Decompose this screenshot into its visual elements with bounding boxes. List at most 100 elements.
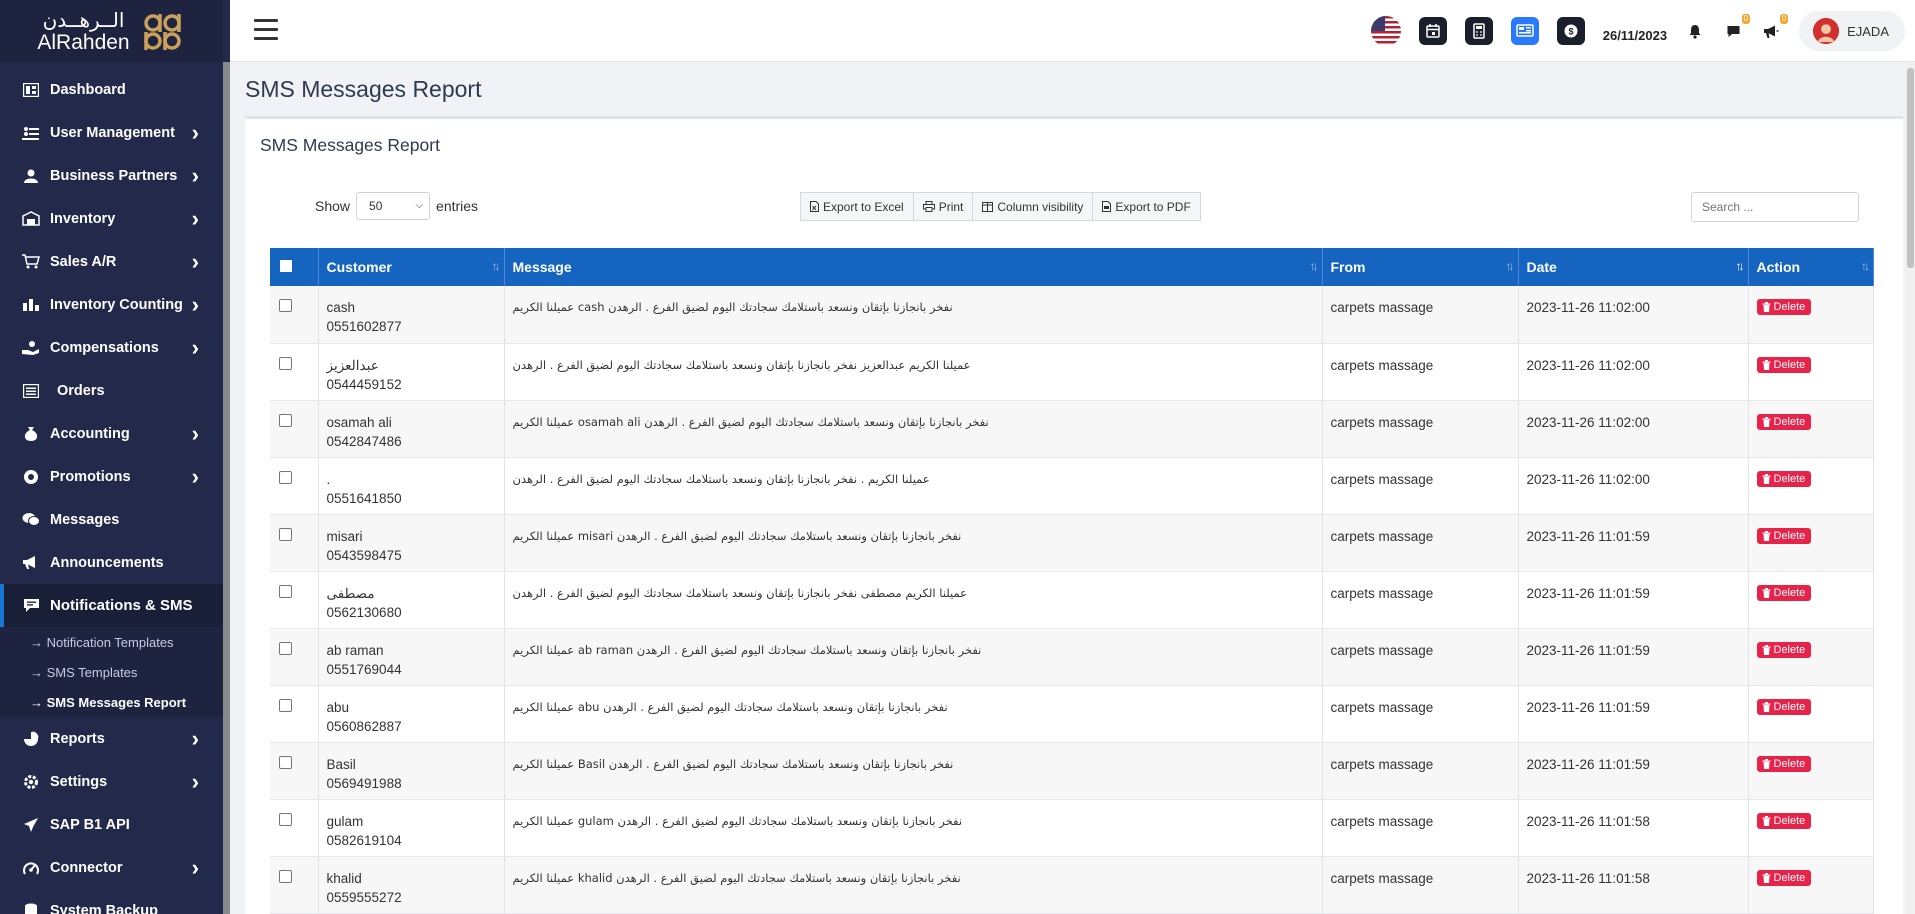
sidebar-item-messages[interactable]: Messages [0,498,223,541]
language-flag-icon[interactable] [1370,16,1401,46]
delete-button[interactable]: Delete [1756,755,1812,772]
column-visibility-label: Column visibility [997,199,1084,214]
sidebar-item-settings[interactable]: Settings › [0,760,223,803]
row-checkbox[interactable] [279,641,292,655]
column-message[interactable]: Message ↑↓ [504,248,1323,286]
print-button[interactable]: Print [912,192,974,221]
customer-phone: 0551602877 [326,319,402,334]
row-checkbox[interactable] [279,356,292,370]
from-text: carpets massage [1330,813,1434,829]
sidebar-item-inventory-counting[interactable]: Inventory Counting › [0,283,223,326]
export-excel-button[interactable]: Export to Excel [800,192,914,221]
message-cell: عميلنا الكريم . نفخر بانجازنا بإتقان ونس… [504,457,1323,514]
customer-name: khalid [326,870,362,886]
from-text: carpets massage [1330,528,1434,544]
sidebar-subitem[interactable]: → SMS Templates [0,657,223,687]
select-all-checkbox[interactable] [280,260,292,272]
delete-button[interactable]: Delete [1756,698,1812,715]
sidebar-item-connector[interactable]: Connector › [0,846,223,889]
date-text: 2023-11-26 11:02:00 [1526,414,1650,430]
sidebar-subitem[interactable]: → SMS Messages Report [0,687,223,717]
pos-screen-icon[interactable] [1510,17,1539,45]
announcements-icon[interactable]: 0 [1761,14,1789,41]
sidebar-item-inventory[interactable]: Inventory › [0,197,223,240]
row-checkbox[interactable] [279,470,292,484]
delete-button[interactable]: Delete [1756,641,1812,658]
sidebar-item-promotions[interactable]: Promotions › [0,455,223,498]
sidebar-subitem[interactable]: → Notification Templates [0,627,223,657]
delete-button[interactable]: Delete [1756,356,1812,373]
customer-name: عبدالعزيز [326,357,379,373]
sidebar-item-sales-a-r[interactable]: Sales A/R › [0,240,223,283]
menu-toggle-icon[interactable] [254,19,278,41]
entries-select[interactable]: 50 ⌵ [356,192,431,220]
column-visibility-button[interactable]: Column visibility [972,192,1094,221]
promotions-icon [21,468,41,486]
delete-button[interactable]: Delete [1756,812,1812,829]
column-date[interactable]: Date ↑↓ [1518,248,1749,286]
from-cell: carpets massage [1322,571,1519,628]
action-cell: Delete [1748,571,1874,628]
export-pdf-button[interactable]: Export to PDF [1092,192,1201,221]
currency-icon[interactable]: $ [1556,17,1585,45]
delete-button[interactable]: Delete [1756,527,1812,544]
column-from[interactable]: From ↑↓ [1322,248,1519,286]
search-input[interactable] [1691,192,1859,222]
row-checkbox[interactable] [279,413,292,427]
sidebar-submenu: → Notification Templates → SMS Templates →… [0,627,223,717]
sidebar-item-orders[interactable]: Orders [0,369,223,412]
calendar-icon[interactable] [1418,17,1447,45]
row-checkbox[interactable] [279,869,292,883]
row-select-cell [270,799,319,856]
delete-button[interactable]: Delete [1756,413,1812,430]
sidebar-item-notifications-sms[interactable]: Notifications & SMS [0,584,223,627]
customer-cell: khalid 0559555272 [318,856,505,913]
messages-badge: 0 [1741,14,1751,24]
sidebar-item-accounting[interactable]: Accounting › [0,412,223,455]
delete-button[interactable]: Delete [1756,470,1812,487]
message-cell: نفخر بانجازنا بإتقان ونسعد باستلامك سجاد… [504,514,1323,571]
delete-button[interactable]: Delete [1756,584,1812,601]
page-scrollbar-thumb[interactable] [1907,68,1914,268]
message-cell: نفخر بانجازنا بإتقان ونسعد باستلامك سجاد… [504,856,1323,913]
sidebar-item-reports[interactable]: Reports › [0,717,223,760]
row-checkbox[interactable] [279,755,292,769]
trash-icon [1762,587,1770,598]
message-cell: عميلنا الكريم عبدالعزيز نفخر بانجازنا بإ… [504,343,1323,400]
sidebar-item-compensations[interactable]: Compensations › [0,326,223,369]
customer-name: osamah ali [326,414,392,430]
from-cell: carpets massage [1322,457,1519,514]
entries-label: entries [436,198,479,214]
row-checkbox[interactable] [279,812,292,826]
delete-button[interactable]: Delete [1756,299,1812,315]
sidebar-item-label: Settings [50,773,108,790]
sidebar-item-announcements[interactable]: Announcements [0,541,223,584]
sidebar-item-sap-b1-api[interactable]: SAP B1 API [0,803,223,846]
action-cell: Delete [1748,400,1874,457]
row-checkbox[interactable] [279,527,292,541]
column-action[interactable]: Action ↑↓ [1748,248,1874,286]
sidebar-item-system-backup[interactable]: System Backup [0,889,223,914]
table-row: abu 0560862887 نفخر بانجازنا بإتقان ونسعد … [270,685,1874,742]
page-scrollbar[interactable] [1906,62,1915,914]
brand-logo[interactable]: الــرهــدن AlRahden [0,0,223,62]
row-checkbox[interactable] [279,698,292,712]
sidebar-item-business-partners[interactable]: Business Partners › [0,154,223,197]
delete-button[interactable]: Delete [1756,869,1812,886]
row-checkbox[interactable] [279,299,292,312]
sidebar-item-dashboard[interactable]: Dashboard [0,68,223,111]
sidebar-scrollbar[interactable] [223,62,230,914]
sidebar-item-user-management[interactable]: User Management › [0,111,223,154]
date-text: 2023-11-26 11:01:58 [1526,870,1650,886]
date-text: 2023-11-26 11:01:59 [1526,756,1650,772]
notifications-bell-icon[interactable] [1685,21,1705,41]
delete-label: Delete [1773,586,1806,599]
orders-icon [21,382,41,400]
column-customer[interactable]: Customer ↑↓ [318,248,505,286]
row-checkbox[interactable] [279,584,292,598]
date-cell: 2023-11-26 11:02:00 [1518,286,1749,343]
messages-icon[interactable]: 0 [1723,14,1751,41]
user-menu[interactable]: EJADA [1799,11,1905,51]
message-text: عميلنا الكريم . نفخر بانجازنا بإتقان ونس… [512,471,930,486]
calculator-icon[interactable] [1464,17,1493,45]
